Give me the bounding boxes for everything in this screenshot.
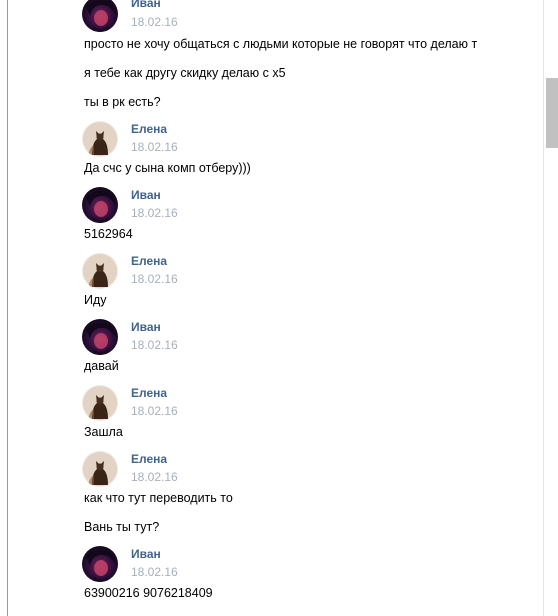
message-author[interactable]: Иван (131, 547, 161, 561)
message-date: 18.02.16 (131, 338, 178, 352)
message-text: давай (84, 359, 119, 373)
scrollbar-thumb[interactable] (546, 78, 558, 148)
message-text: просто не хочу общаться с людьми которые… (84, 37, 478, 51)
message-date: 18.02.16 (131, 140, 178, 154)
ivan-avatar[interactable] (82, 546, 118, 582)
message-author[interactable]: Иван (131, 0, 161, 10)
message-text: ты в рк есть? (84, 95, 161, 109)
message-feed[interactable]: Иван 18.02.16 просто не хочу общаться с … (0, 0, 543, 616)
elena-avatar[interactable] (82, 451, 118, 487)
message-author[interactable]: Елена (131, 254, 167, 268)
message-text: 63900216 9076218409 (84, 586, 213, 600)
ivan-avatar[interactable] (82, 0, 118, 32)
message-author[interactable]: Елена (131, 452, 167, 466)
message-date: 18.02.16 (131, 404, 178, 418)
message-date: 18.02.16 (131, 565, 178, 579)
ivan-avatar[interactable] (82, 187, 118, 223)
message-text: как что тут переводить то (84, 491, 233, 505)
elena-avatar[interactable] (82, 253, 118, 289)
message-author[interactable]: Иван (131, 320, 161, 334)
message-author[interactable]: Елена (131, 386, 167, 400)
message-author[interactable]: Елена (131, 122, 167, 136)
message-date: 18.02.16 (131, 206, 178, 220)
message-text: Зашла (84, 425, 123, 439)
elena-avatar[interactable] (82, 385, 118, 421)
message-text: 5162964 (84, 227, 133, 241)
chat-window: Иван 18.02.16 просто не хочу общаться с … (0, 0, 558, 616)
message-text: Вань ты тут? (84, 520, 160, 534)
message-text: Иду (84, 293, 107, 307)
message-author[interactable]: Иван (131, 188, 161, 202)
ivan-avatar[interactable] (82, 319, 118, 355)
elena-avatar[interactable] (82, 121, 118, 157)
message-date: 18.02.16 (131, 15, 178, 29)
message-date: 18.02.16 (131, 272, 178, 286)
message-date: 18.02.16 (131, 470, 178, 484)
message-text: я тебе как другу скидку делаю с х5 (84, 66, 286, 80)
message-text: Да счс у сына комп отберу))) (84, 161, 251, 175)
